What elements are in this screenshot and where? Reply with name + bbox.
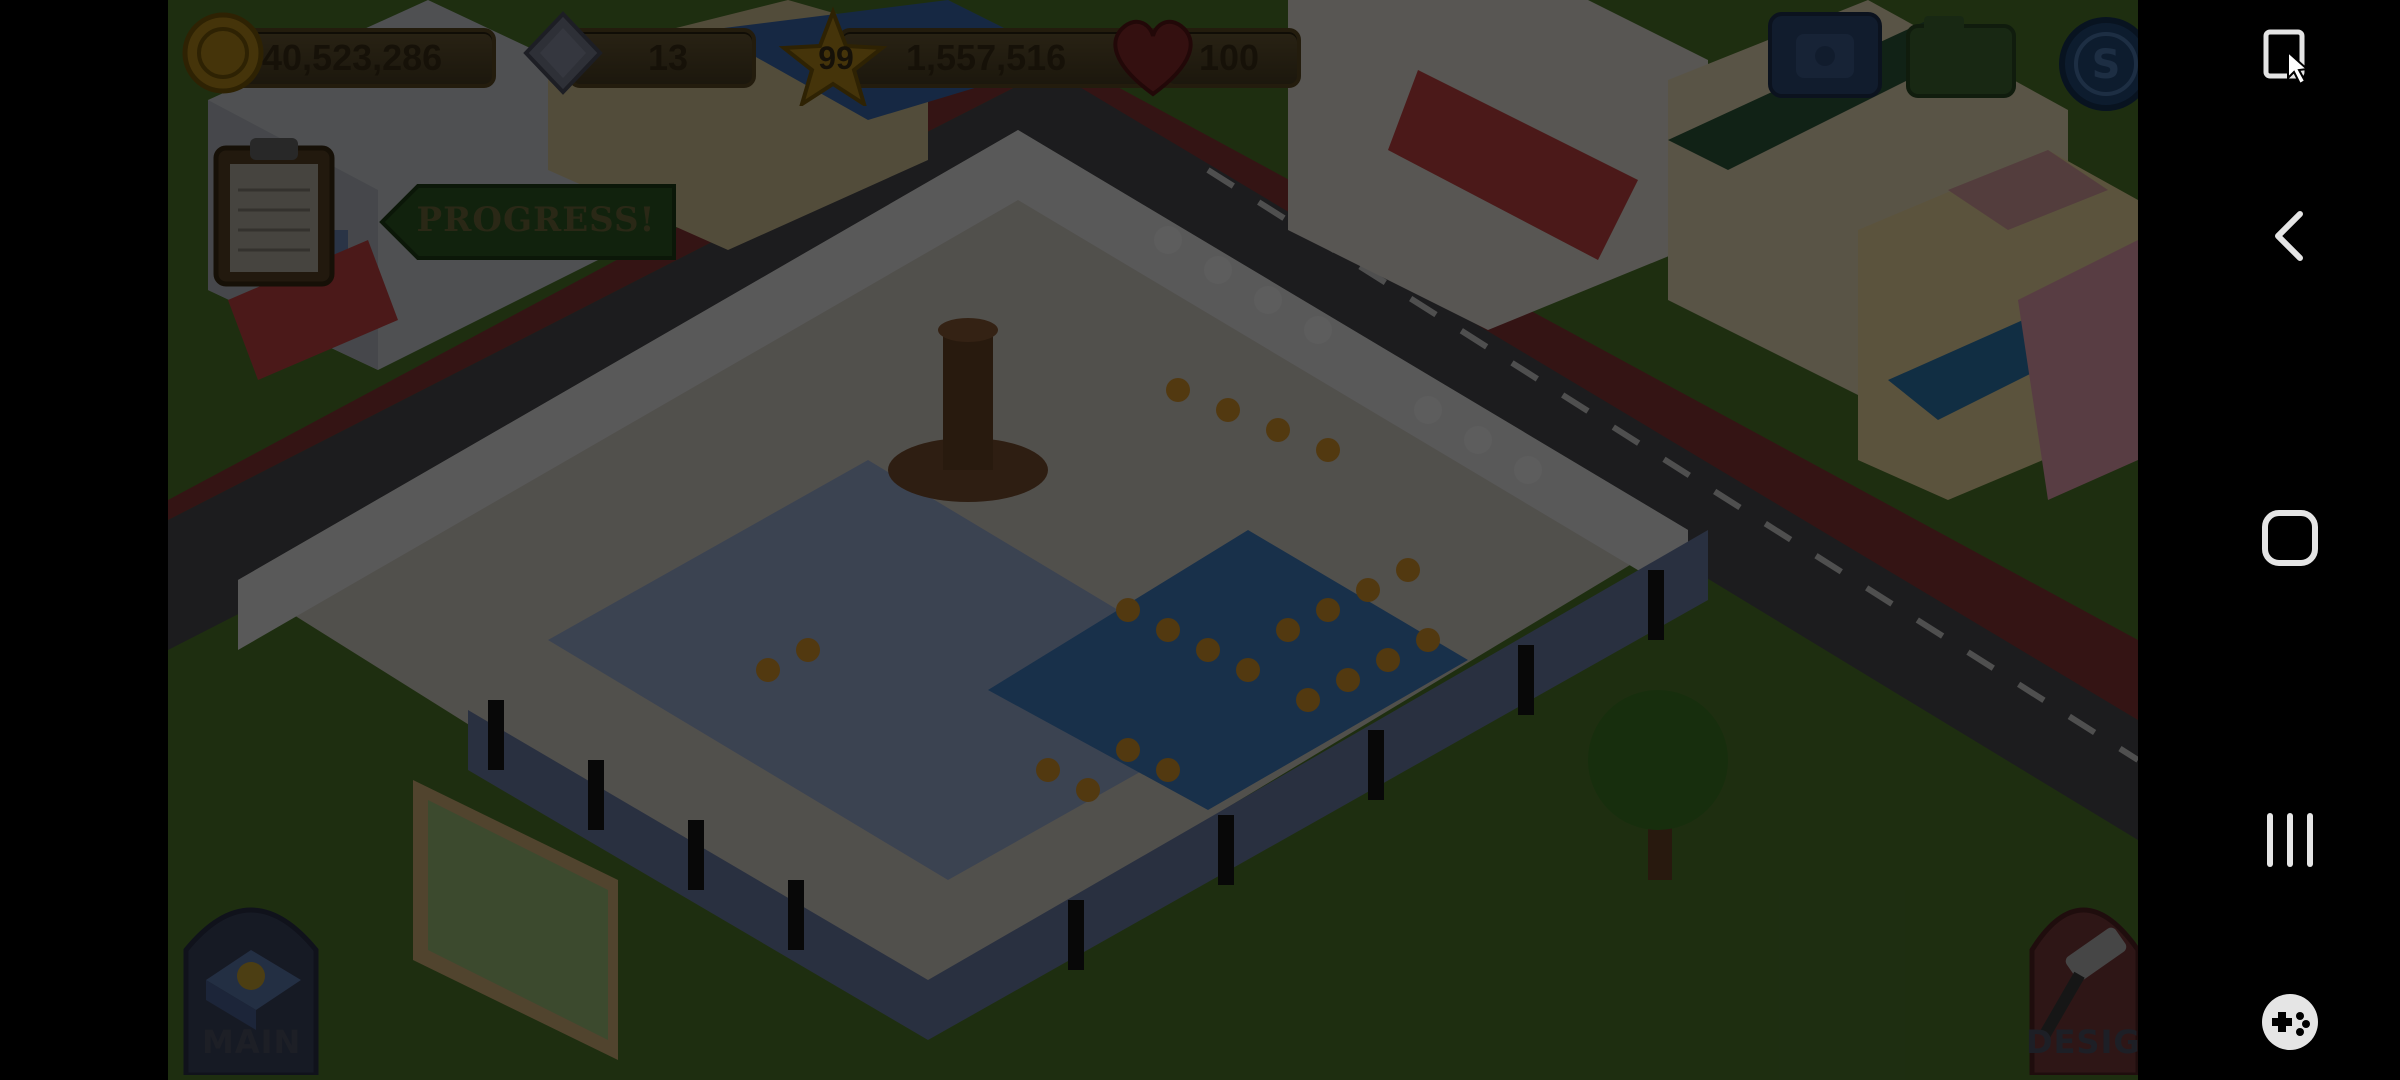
camera-button[interactable] (1904, 12, 2018, 100)
screenshot-icon (2263, 29, 2310, 86)
progress-label: PROGRESS! (416, 200, 656, 240)
svg-text:S: S (2092, 42, 2121, 88)
home-icon (2262, 510, 2318, 566)
home-button[interactable] (2240, 488, 2340, 588)
hearts-counter: 100 (1103, 16, 1303, 97)
game-tools-button[interactable] (2240, 972, 2340, 1072)
coin-icon (182, 12, 264, 94)
recents-icon (2267, 813, 2313, 867)
gem-icon (523, 11, 603, 95)
camera-icon (1906, 16, 2016, 98)
back-button[interactable] (2240, 186, 2340, 286)
recents-button[interactable] (2240, 790, 2340, 890)
clipboard-icon (213, 138, 335, 287)
main-label: MAIN (202, 1023, 302, 1061)
gems-value: 13 (647, 37, 689, 78)
phone-button[interactable] (1766, 10, 1884, 100)
coins-counter: 40,523,286 (178, 12, 498, 94)
hearts-value: 100 (1199, 37, 1260, 78)
tasks-button[interactable] (204, 130, 344, 290)
design-label: DESIGN (2026, 1023, 2138, 1061)
s-coin-icon: S (2059, 17, 2138, 111)
back-icon (2275, 211, 2303, 261)
heart-icon (1113, 19, 1193, 97)
experience-value: 1,557,516 (906, 37, 1067, 78)
game-tools-icon (2262, 994, 2318, 1050)
system-navigation-bar (2178, 0, 2400, 1080)
game-viewport[interactable]: 40,523,286 13 99 1,557,516 100 S PROGRES… (168, 0, 2138, 1080)
phone-icon (1768, 12, 1882, 98)
screenshot-button[interactable] (2240, 6, 2340, 106)
coins-value: 40,523,286 (262, 37, 443, 78)
gems-counter: 13 (518, 11, 758, 95)
restaurant-scene[interactable] (168, 0, 2138, 1080)
level-value: 99 (818, 40, 854, 76)
special-currency-button[interactable]: S (2056, 14, 2138, 114)
